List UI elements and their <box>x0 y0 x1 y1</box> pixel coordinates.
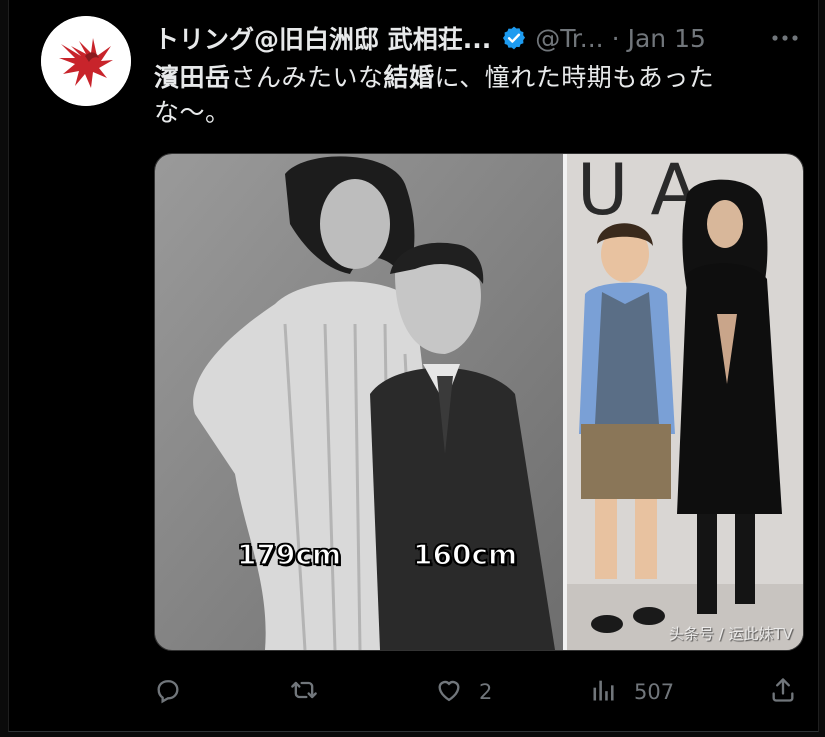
svg-text:U A: U A <box>577 154 698 231</box>
display-name[interactable]: トリング@旧白洲邸 武相荘... <box>154 20 491 56</box>
tweet-card[interactable]: トリング@旧白洲邸 武相荘... @Tr... · Jan 15 濱田岳さんみた… <box>8 0 819 732</box>
retweet-icon <box>290 676 318 709</box>
like-icon <box>435 676 463 709</box>
avatar[interactable] <box>41 16 131 106</box>
share-icon <box>769 676 797 709</box>
verified-badge-icon <box>501 25 527 51</box>
tweet-text: 濱田岳さんみたいな結婚に、憧れた時期もあった な〜。 <box>154 60 794 130</box>
tweet-text-bold-marriage[interactable]: 結婚 <box>384 63 435 92</box>
photo-left: 179cm 160cm <box>155 154 563 650</box>
like-button[interactable]: 2 <box>435 672 492 712</box>
tweet-text-part: さんみたいな <box>230 63 384 92</box>
views-button[interactable]: 507 <box>590 672 674 712</box>
user-handle[interactable]: @Tr... <box>535 24 603 53</box>
separator-dot: · <box>611 23 620 53</box>
retweet-button[interactable] <box>290 672 334 712</box>
tweet-text-part: に、憧れた時期もあった <box>434 63 715 92</box>
tweet-media-image[interactable]: 179cm 160cm U A 头条号 / 运此妹TV <box>154 153 804 651</box>
image-watermark: 头条号 / 运此妹TV <box>668 625 793 643</box>
more-options-icon[interactable] <box>770 20 800 56</box>
views-count: 507 <box>634 680 675 704</box>
height-label-right: 160cm <box>412 537 518 572</box>
reply-icon <box>154 676 182 709</box>
tweet-text-line: な〜。 <box>154 98 231 127</box>
tweet-header: トリング@旧白洲邸 武相荘... @Tr... · Jan 15 <box>154 20 814 56</box>
tweet-text-bold-name[interactable]: 濱田岳 <box>154 63 231 92</box>
phoenix-logo-icon <box>41 16 131 106</box>
like-count: 2 <box>479 680 493 704</box>
tweet-actions: 2 507 <box>154 672 814 712</box>
tweet-date[interactable]: Jan 15 <box>628 24 706 53</box>
views-icon <box>590 676 618 709</box>
share-button[interactable] <box>769 672 797 712</box>
reply-button[interactable] <box>154 672 198 712</box>
height-label-left: 179cm <box>236 537 342 572</box>
photo-right: U A <box>567 154 803 650</box>
